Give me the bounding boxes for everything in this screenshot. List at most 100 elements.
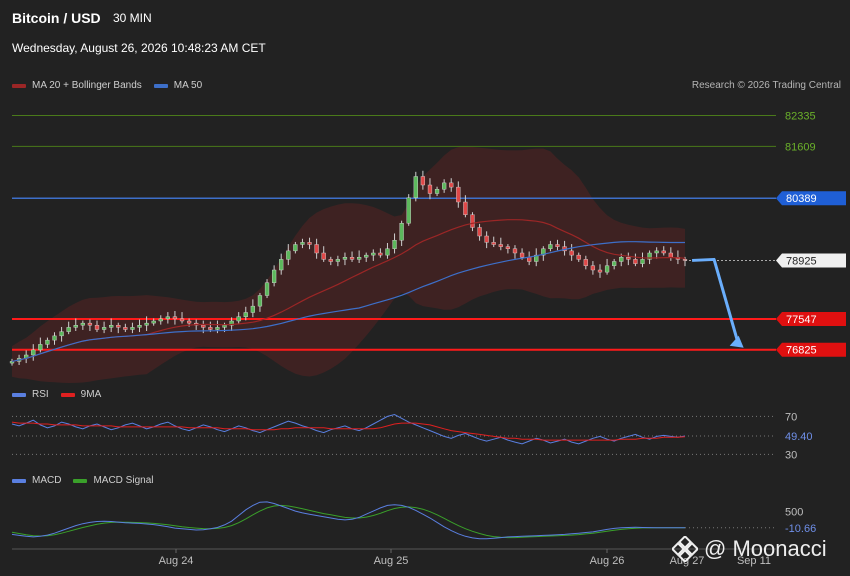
candle-body (682, 259, 688, 261)
candle-body (399, 223, 404, 241)
candle-body (45, 339, 50, 345)
candle-body (569, 250, 574, 256)
diamond-logo-icon (672, 536, 698, 562)
candle-body (208, 327, 213, 330)
candle-body (186, 320, 192, 324)
candle-body (449, 182, 454, 188)
candle-body (172, 316, 178, 320)
candle-body (179, 318, 185, 322)
price-tag-text-80389: 80389 (786, 193, 817, 205)
legend-label-rsi: RSI (32, 389, 49, 400)
candle-body (406, 197, 411, 224)
candle-body (512, 248, 518, 254)
candle-body (335, 259, 341, 262)
legend-label-macd: MACD (32, 475, 62, 486)
legend-item-macd-signal: MACD Signal (73, 475, 153, 486)
candle-body (661, 250, 666, 254)
candle-body (619, 257, 624, 262)
candle-body (293, 244, 298, 252)
candle-body (456, 186, 461, 203)
x-tick-label-aug-25: Aug 25 (374, 555, 409, 567)
candle-body (371, 252, 376, 256)
candle-body (434, 189, 440, 194)
instrument-title: Bitcoin / USD (12, 10, 101, 26)
candle-body (165, 316, 170, 320)
candle-body (250, 305, 255, 313)
candle-body (286, 250, 291, 260)
candle-body (420, 176, 426, 186)
candle-body (158, 318, 163, 322)
candle-body (654, 250, 659, 254)
candle-body (321, 252, 326, 260)
macd-level-label-500: 500 (785, 507, 803, 519)
candle-body (356, 257, 362, 260)
legend-swatch-macd-signal (73, 478, 88, 483)
candle-body (73, 325, 78, 328)
candle-body (505, 246, 511, 249)
candle-body (519, 252, 525, 258)
legend-item-ma20: MA 20 + Bollinger Bands (12, 80, 142, 91)
candle-body (442, 182, 447, 190)
price-tag-text-77547: 77547 (786, 314, 817, 326)
candle-body (116, 325, 121, 328)
candle-body (52, 335, 57, 341)
candle-body (31, 349, 36, 356)
candle-body (264, 282, 270, 296)
research-credit: Research © 2026 Trading Central (691, 80, 841, 91)
legend-item-9ma: 9MA (60, 389, 101, 400)
candle-body (59, 331, 64, 337)
legend-label-ma50: MA 50 (173, 80, 203, 91)
projection-arrow-line (692, 257, 740, 343)
x-tick-label-aug-24: Aug 24 (159, 555, 194, 567)
watermark-text: @ Moonacci (704, 536, 827, 561)
candle-body (257, 295, 263, 307)
price-tag-text-78925: 78925 (786, 255, 817, 267)
candle-body (137, 325, 142, 328)
legend-label-macd-signal: MACD Signal (93, 475, 154, 486)
candle-body (583, 259, 588, 266)
candle-body (668, 252, 673, 258)
candle-body (640, 259, 645, 264)
candle-body (215, 327, 220, 330)
candle-body (576, 254, 581, 260)
candle-body (612, 261, 617, 266)
legend-swatch-ma20 (12, 83, 26, 88)
candle-body (271, 269, 277, 283)
rsi-level-label-30: 30 (785, 449, 797, 461)
candle-body (590, 265, 596, 271)
legend-item-ma50: MA 50 (153, 80, 203, 91)
candle-body (597, 269, 603, 273)
candle-body (243, 312, 248, 317)
legend-swatch-macd (12, 478, 26, 483)
candle-body (498, 244, 503, 247)
candle-body (80, 322, 85, 326)
candle-body (328, 259, 333, 262)
candle-body (463, 201, 468, 215)
candle-body (427, 184, 433, 194)
candle-body (413, 176, 418, 198)
candle-body (364, 254, 369, 258)
main-legend: MA 20 + Bollinger Bands MA 50 (12, 80, 214, 91)
candle-body (342, 257, 348, 260)
candle-body (484, 235, 489, 243)
rsi-level-label-49.40: 49.40 (785, 431, 813, 443)
candle-body (385, 248, 390, 256)
watermark: @ Moonacci (672, 536, 827, 562)
rsi-9ma-line (11, 421, 686, 441)
candle-body (94, 325, 100, 330)
legend-swatch-rsi (12, 392, 26, 397)
candle-body (101, 327, 107, 330)
candle-body (378, 252, 383, 256)
candle-body (201, 325, 206, 328)
candle-body (307, 242, 312, 245)
price-tag-text-76825: 76825 (786, 345, 817, 357)
macd-level-label--10.66: -10.66 (785, 523, 816, 535)
candle-body (38, 344, 43, 351)
candle-body (491, 242, 496, 245)
level-label-81609: 81609 (785, 141, 816, 153)
candle-body (144, 322, 149, 326)
candle-body (477, 227, 482, 237)
timeframe-label[interactable]: 30 MIN (113, 11, 152, 25)
candle-body (314, 244, 319, 254)
rsi-legend: RSI 9MA (12, 389, 113, 400)
